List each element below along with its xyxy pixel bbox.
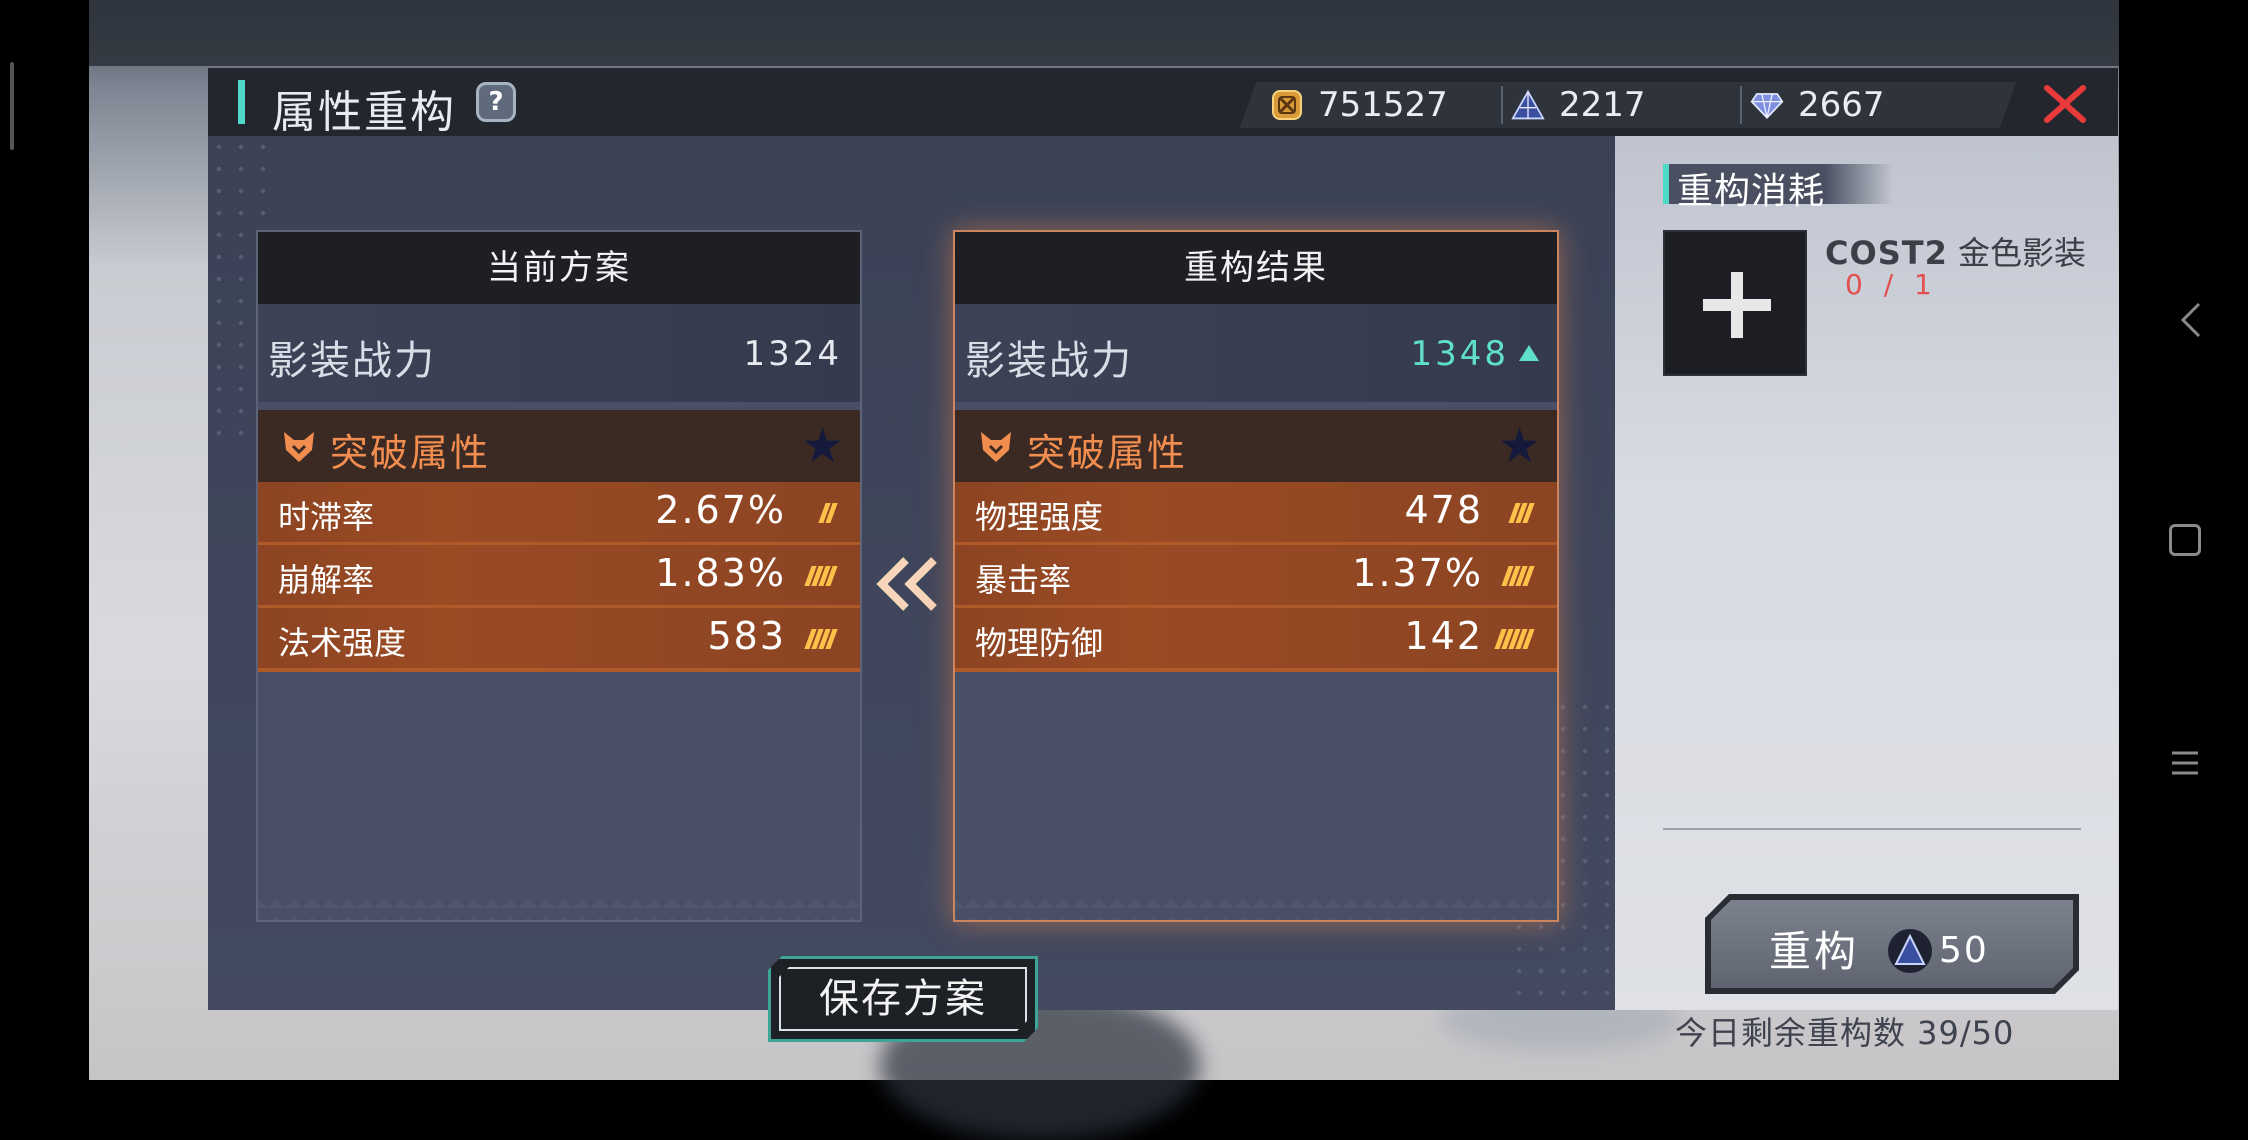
breakthrough-header: 突破属性 ★	[955, 410, 1557, 482]
rebuild-button-label: 重构	[1769, 927, 1860, 976]
cost-title-accent	[1663, 164, 1669, 204]
rebuild-cost-panel: 重构消耗 COST2 金色影装 0 / 1 重构 50 今日剩余重构数 39/5…	[1615, 136, 2118, 1052]
double-chevron-left-icon	[876, 557, 937, 611]
power-value: 1324	[743, 334, 842, 374]
crystal-pyramid-icon	[1511, 88, 1545, 122]
breakthrough-label: 突破属性	[330, 431, 491, 475]
divider	[1663, 828, 2081, 830]
cost-title: 重构消耗	[1677, 171, 1826, 212]
home-icon[interactable]	[2169, 524, 2201, 556]
cost-item-label: 金色影装	[1958, 234, 2087, 272]
back-icon[interactable]	[2177, 300, 2205, 340]
gold-coin-icon	[1270, 88, 1304, 122]
quality-bars-icon	[1493, 502, 1535, 524]
plus-icon	[1703, 272, 1771, 338]
attribute-value: 478	[1404, 488, 1483, 532]
currency-separator	[1740, 86, 1742, 124]
power-row: 影装战力 1348	[955, 304, 1557, 402]
dialog-title: 属性重构	[272, 87, 456, 138]
dialog-header: 属性重构 ? 751527 2217 2667	[208, 68, 2118, 138]
attribute-value: 1.37%	[1352, 551, 1483, 595]
attribute-name: 崩解率	[278, 561, 375, 599]
breakthrough-label: 突破属性	[1027, 431, 1188, 475]
attribute-value: 583	[707, 614, 786, 658]
diamond-amount: 2667	[1798, 85, 1885, 125]
crystal-amount: 2217	[1559, 85, 1646, 125]
attribute-name: 物理防御	[975, 624, 1104, 662]
menu-icon[interactable]	[2170, 748, 2200, 778]
attribute-name: 时滞率	[278, 498, 375, 536]
attribute-row: 物理防御 142	[955, 608, 1557, 668]
diamond-icon	[1750, 88, 1784, 122]
quality-bars-icon	[796, 565, 838, 587]
plan-compare-area: 当前方案 影装战力 1324 突破属性 ★ 时滞率 2.67% 崩解率 1.83…	[208, 136, 1615, 1010]
quality-bars-icon	[1493, 628, 1535, 650]
rebuild-cost: 50	[1939, 930, 1989, 971]
attribute-name: 暴击率	[975, 561, 1072, 599]
attribute-list: 时滞率 2.67% 崩解率 1.83% 法术强度 583	[258, 482, 860, 672]
cost-item-count: 0 / 1	[1845, 268, 1938, 301]
rebuild-button[interactable]: 重构 50	[1705, 894, 2079, 994]
currency-gold: 751527	[1270, 82, 1448, 128]
close-icon[interactable]	[2041, 80, 2089, 128]
fox-emblem-icon	[284, 432, 314, 462]
save-button-frame	[779, 967, 1027, 1031]
add-material-slot[interactable]	[1663, 230, 1807, 376]
currency-diamond: 2667	[1750, 82, 1885, 128]
power-value: 1348	[1410, 334, 1539, 374]
card-footer-pattern	[258, 890, 860, 920]
current-plan-header: 当前方案	[258, 232, 860, 304]
save-plan-button[interactable]: 保存方案	[768, 956, 1038, 1042]
attribute-row: 物理强度 478	[955, 482, 1557, 542]
star-icon[interactable]: ★	[801, 422, 844, 470]
attribute-row: 暴击率 1.37%	[955, 545, 1557, 605]
attribute-value: 142	[1404, 614, 1483, 658]
card-footer-pattern	[955, 890, 1557, 920]
attribute-row: 法术强度 583	[258, 608, 860, 668]
result-plan-card: 重构结果 影装战力 1348 突破属性 ★ 物理强度 478 暴击率 1.37%	[953, 230, 1559, 922]
power-row: 影装战力 1324	[258, 304, 860, 402]
attribute-value: 1.83%	[655, 551, 786, 595]
quality-bars-icon	[796, 628, 838, 650]
fox-emblem-icon	[981, 432, 1011, 462]
quality-bars-icon	[1493, 565, 1535, 587]
status-indicator	[10, 62, 14, 150]
power-value-number: 1348	[1410, 334, 1509, 374]
title-accent-bar	[238, 80, 245, 124]
attribute-name: 法术强度	[278, 624, 407, 662]
cost-tag: COST2	[1825, 234, 1948, 272]
help-icon[interactable]: ?	[476, 82, 516, 122]
quality-bars-icon	[796, 502, 838, 524]
currency-crystal: 2217	[1511, 82, 1646, 128]
gold-amount: 751527	[1318, 85, 1448, 125]
rebuild-button-face: 重构 50	[1711, 900, 2073, 988]
current-plan-card: 当前方案 影装战力 1324 突破属性 ★ 时滞率 2.67% 崩解率 1.83…	[256, 230, 862, 922]
attribute-value: 2.67%	[655, 488, 786, 532]
attribute-row: 崩解率 1.83%	[258, 545, 860, 605]
attribute-name: 物理强度	[975, 498, 1104, 536]
background-top-bar	[89, 0, 2119, 66]
attribute-rebuild-dialog: 属性重构 ? 751527 2217 2667 当前方案 影装战力 1324 突…	[208, 68, 2118, 1052]
power-label: 影装战力	[965, 338, 1133, 384]
attribute-row: 时滞率 2.67%	[258, 482, 860, 542]
crystal-pyramid-icon	[1887, 928, 1933, 974]
star-icon[interactable]: ★	[1498, 422, 1541, 470]
power-label: 影装战力	[268, 338, 436, 384]
up-arrow-icon	[1519, 345, 1539, 361]
result-plan-header: 重构结果	[955, 232, 1557, 304]
currency-separator	[1501, 86, 1503, 124]
remaining-rebuild-count: 今日剩余重构数 39/50	[1675, 1014, 2015, 1052]
breakthrough-header: 突破属性 ★	[258, 410, 860, 482]
attribute-list: 物理强度 478 暴击率 1.37% 物理防御 142	[955, 482, 1557, 672]
